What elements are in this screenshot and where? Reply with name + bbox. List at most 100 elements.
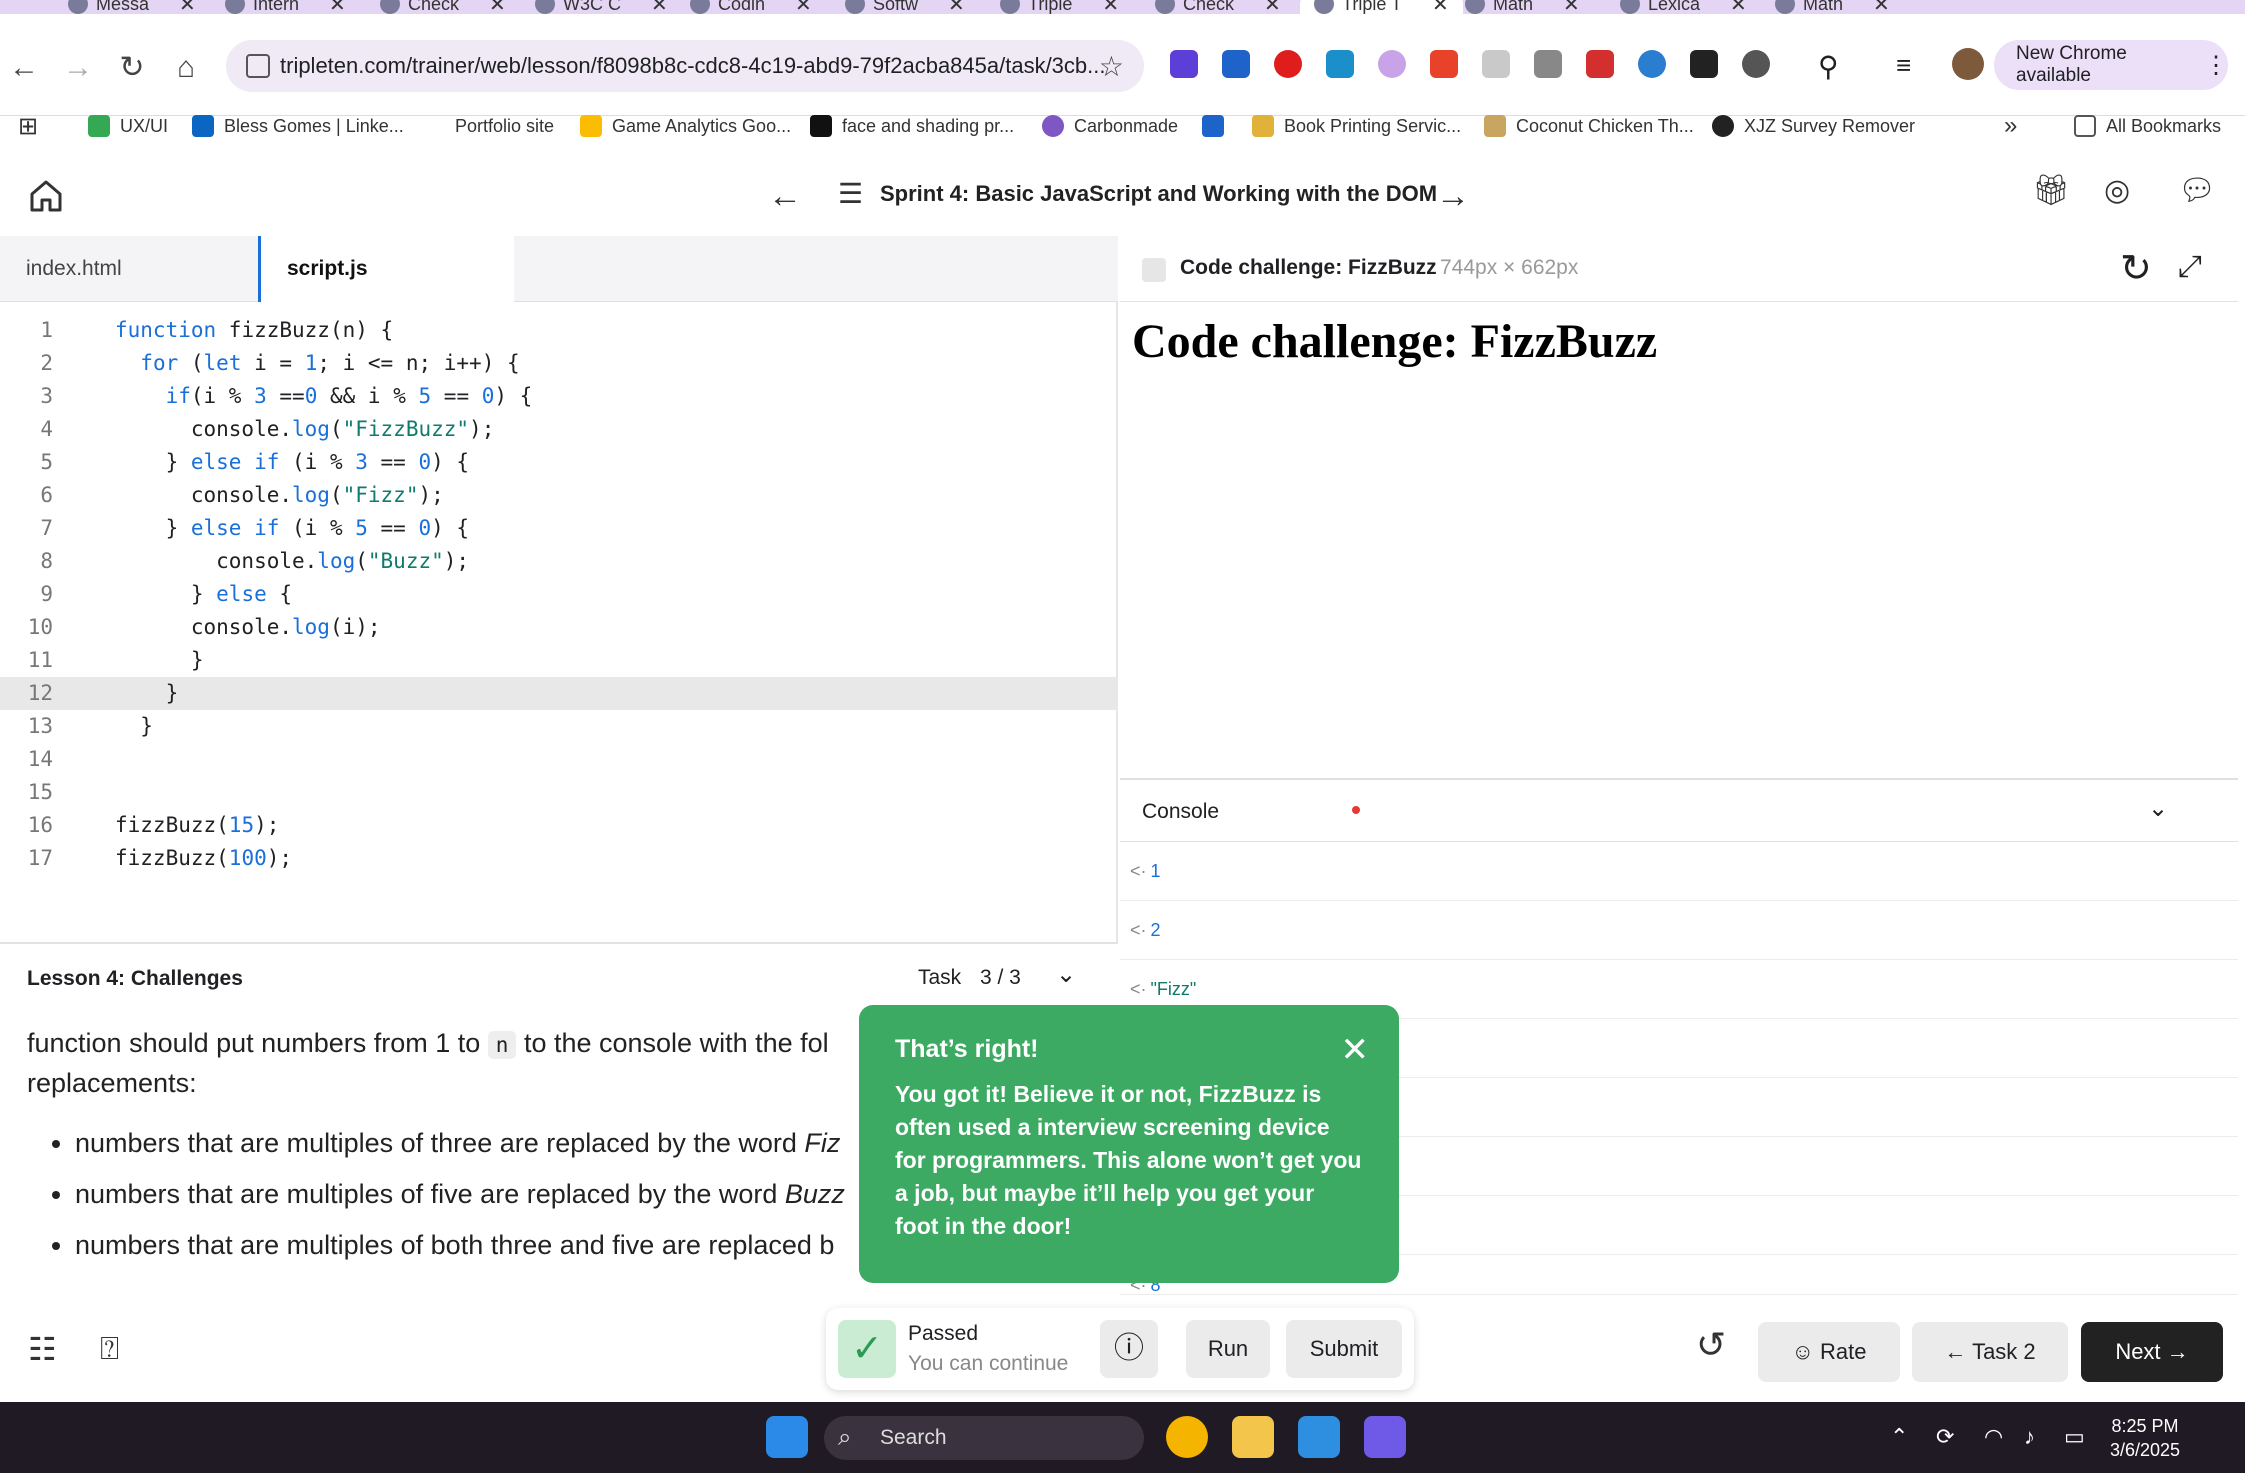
close-tab-icon[interactable]: ✕ [795, 0, 812, 14]
bookmark-item[interactable] [1202, 115, 1234, 137]
close-tab-icon[interactable]: ✕ [948, 0, 965, 14]
close-tab-icon[interactable]: ✕ [1264, 0, 1281, 14]
browser-tab-active[interactable]: Triple T ✕ [1300, 0, 1463, 14]
hint-icon[interactable]: ⍰ [100, 1330, 119, 1368]
browser-tab[interactable]: Check ✕ [1155, 0, 1281, 14]
reset-icon[interactable]: ↺ [1696, 1324, 1726, 1366]
extension-icon[interactable] [1690, 50, 1718, 78]
code-area[interactable]: 1 function fizzBuzz(n) { 2 for (let i = 1… [0, 314, 1118, 875]
browser-tab[interactable]: Intern ✕ [225, 0, 346, 14]
extension-icon[interactable] [1170, 50, 1198, 78]
info-icon[interactable]: ⓘ [1100, 1320, 1158, 1378]
expand-icon[interactable]: ⤢ [2178, 250, 2202, 284]
rate-button[interactable]: ☺ Rate [1758, 1322, 1900, 1382]
extension-icon[interactable] [1222, 50, 1250, 78]
volume-icon[interactable]: ♪ [2024, 1424, 2035, 1450]
discord-icon[interactable] [1364, 1416, 1406, 1458]
apps-grid-icon[interactable]: ⊞ [18, 112, 38, 141]
bookmark-item[interactable]: Coconut Chicken Th... [1484, 115, 1694, 137]
browser-tab[interactable]: Softw ✕ [845, 0, 965, 14]
preview-checkbox[interactable] [1142, 258, 1166, 282]
prev-lesson-arrow-icon[interactable]: ← [768, 177, 802, 216]
close-tab-icon[interactable]: ✕ [1563, 0, 1580, 14]
new-chrome-available-button[interactable]: New Chrome available ⋮ [1994, 40, 2228, 90]
extension-icon[interactable] [1638, 50, 1666, 78]
next-button[interactable]: Next → [2081, 1322, 2223, 1382]
all-bookmarks[interactable]: All Bookmarks [2074, 115, 2221, 137]
bookmark-star-icon[interactable]: ☆ [1099, 50, 1124, 83]
extension-icon[interactable] [1274, 50, 1302, 78]
gift-icon[interactable]: 🎁︎ [2032, 173, 2070, 208]
close-icon[interactable]: ✕ [1341, 1033, 1370, 1067]
address-bar[interactable]: tripleten.com/trainer/web/lesson/f8098b8… [226, 40, 1144, 92]
extension-icon[interactable] [1378, 50, 1406, 78]
close-tab-icon[interactable]: ✕ [329, 0, 346, 14]
puzzle-extensions-icon[interactable]: ⚲ [1818, 50, 1846, 82]
extension-icon[interactable] [1586, 50, 1614, 78]
extension-icon[interactable] [1326, 50, 1354, 78]
tab-script-js[interactable]: script.js [258, 236, 514, 302]
browser-tab[interactable]: Lexica ✕ [1620, 0, 1747, 14]
browser-tab[interactable]: Check ✕ [380, 0, 506, 14]
chevron-down-icon[interactable]: ⌄ [2148, 794, 2168, 823]
extension-icon[interactable] [1742, 50, 1770, 78]
browser-tab[interactable]: Codin ✕ [690, 0, 812, 14]
browser-tab[interactable]: W3C C ✕ [535, 0, 668, 14]
more-bookmarks-icon[interactable]: » [2004, 112, 2017, 140]
bookmark-item[interactable]: XJZ Survey Remover [1712, 115, 1915, 137]
profile-avatar[interactable] [1952, 48, 1984, 80]
media-control-icon[interactable]: ≡ [1896, 50, 1924, 80]
chevron-up-icon[interactable]: ⌃ [1890, 1424, 1908, 1450]
discord-icon[interactable]: ◎ [2104, 173, 2130, 208]
back-arrow-icon[interactable]: ← [6, 50, 42, 86]
browser-tab[interactable]: Messa ✕ [68, 0, 196, 14]
camera-icon[interactable] [1534, 50, 1562, 78]
submit-button[interactable]: Submit [1286, 1320, 1402, 1378]
bookmark-item[interactable]: face and shading pr... [810, 115, 1014, 137]
site-info-icon[interactable] [246, 54, 270, 78]
tab-index-html[interactable]: index.html [0, 236, 258, 302]
reload-icon[interactable]: ↻ [114, 50, 150, 86]
close-tab-icon[interactable]: ✕ [489, 0, 506, 14]
refresh-icon[interactable]: ↻ [2120, 246, 2152, 291]
home-icon[interactable]: ⌂ [168, 50, 204, 86]
home-icon[interactable] [26, 176, 66, 216]
kebab-menu-icon[interactable]: ⋮ [2204, 51, 2228, 80]
bookmark-item[interactable]: Portfolio site [455, 116, 554, 137]
taskbar-search[interactable]: ⌕ Search [824, 1416, 1144, 1460]
browser-tab[interactable]: Triple ✕ [1000, 0, 1119, 14]
sync-icon[interactable]: ⟳ [1936, 1424, 1954, 1450]
taskbar-clock[interactable]: 8:25 PM 3/6/2025 [2110, 1414, 2180, 1462]
prev-task-button[interactable]: ← Task 2 [1912, 1322, 2068, 1382]
bookmark-item[interactable]: Game Analytics Goo... [580, 115, 791, 137]
bookmark-item[interactable]: UX/UI [88, 115, 168, 137]
close-tab-icon[interactable]: ✕ [651, 0, 668, 14]
close-tab-icon[interactable]: ✕ [1873, 0, 1890, 14]
close-tab-icon[interactable]: ✕ [179, 0, 196, 14]
close-tab-icon[interactable]: ✕ [1432, 0, 1449, 14]
lesson-title[interactable]: Sprint 4: Basic JavaScript and Working w… [880, 181, 1437, 207]
wifi-icon[interactable]: ◠ [1984, 1424, 2003, 1450]
extension-icon[interactable] [1430, 50, 1458, 78]
list-icon[interactable]: ☰ [838, 177, 863, 210]
bookmark-item[interactable]: Carbonmade [1042, 115, 1178, 137]
vscode-icon[interactable] [1298, 1416, 1340, 1458]
forward-arrow-icon[interactable]: → [60, 50, 96, 86]
browser-tab[interactable]: Math ✕ [1465, 0, 1580, 14]
chrome-icon[interactable] [1166, 1416, 1208, 1458]
next-lesson-arrow-icon[interactable]: → [1436, 177, 1470, 216]
close-tab-icon[interactable]: ✕ [1730, 0, 1747, 14]
bookmark-item[interactable]: Book Printing Servic... [1252, 115, 1461, 137]
extension-icon[interactable] [1482, 50, 1510, 78]
file-explorer-icon[interactable] [1232, 1416, 1274, 1458]
windows-start-icon[interactable] [766, 1416, 808, 1458]
chat-icon[interactable]: 💬︎ [2178, 173, 2216, 208]
battery-icon[interactable]: ▭ [2064, 1424, 2085, 1450]
bookmark-item[interactable]: Bless Gomes | Linke... [192, 115, 404, 137]
browser-tab[interactable]: Math ✕ [1775, 0, 1890, 14]
close-tab-icon[interactable]: ✕ [1102, 0, 1119, 14]
notes-icon[interactable]: ☷ [28, 1330, 57, 1368]
chevron-down-icon[interactable]: ⌄ [1056, 960, 1076, 989]
run-button[interactable]: Run [1186, 1320, 1270, 1378]
console-header[interactable]: Console ⌄ [1120, 782, 2238, 842]
